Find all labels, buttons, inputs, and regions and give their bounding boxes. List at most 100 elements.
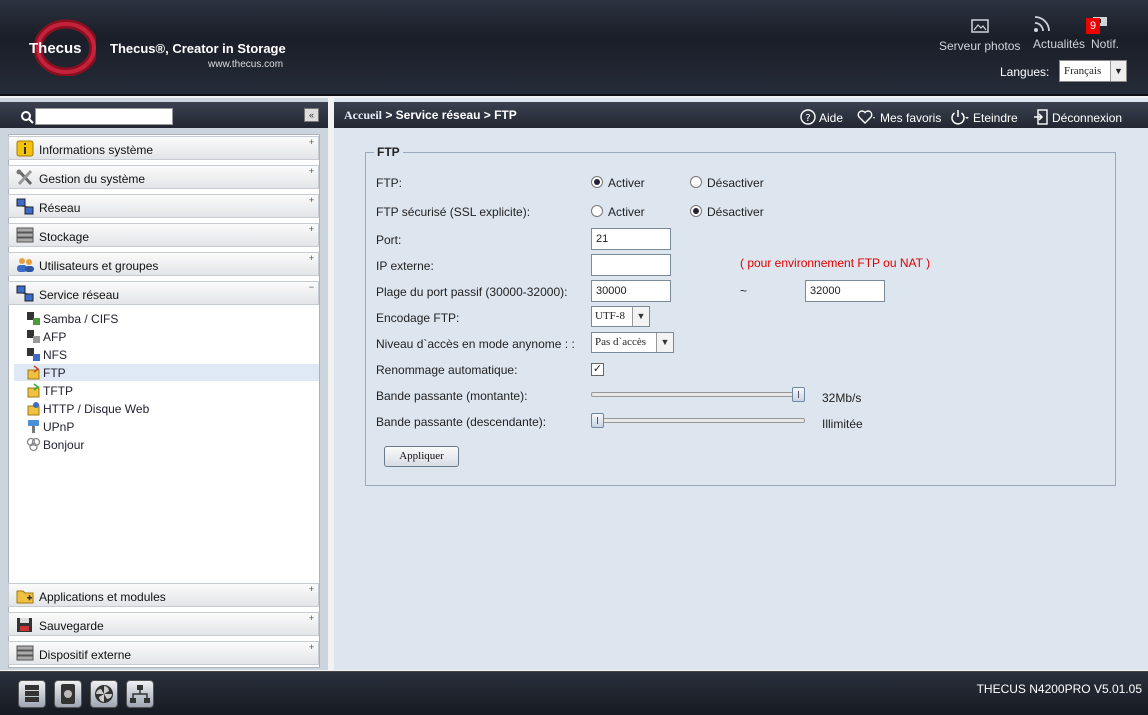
menu-category-label: Informations système [39,143,154,157]
upload-bandwidth-slider[interactable] [591,392,805,397]
ssl-enable-radio[interactable] [591,205,603,217]
menu-category-backup[interactable]: Sauvegarde + [8,612,319,636]
header: Thecus Thecus®, Creator in Storage www.t… [0,0,1148,96]
afp-icon [27,330,40,343]
menu-category-label: Dispositif externe [39,648,132,662]
disk-icon [61,684,75,704]
menu-item-label: AFP [43,330,67,344]
menu-category-network[interactable]: Réseau + [8,194,319,218]
collapse-sidebar-button[interactable]: « [304,108,319,122]
menu-item-label: TFTP [43,384,73,398]
port-label: Port: [376,233,402,247]
menu-category-users-groups[interactable]: Utilisateurs et groupes + [8,252,319,276]
expand-icon[interactable]: + [307,196,316,205]
expand-icon[interactable]: + [307,614,316,623]
language-label: Langues: [1000,65,1050,79]
ssl-disable-radio[interactable] [690,205,702,217]
tools-icon [16,169,33,186]
rss-icon [1034,16,1050,32]
menu-category-label: Applications et modules [39,590,166,604]
notifications-label: Notif. [1091,37,1120,51]
photo-server-button[interactable]: Serveur photos [939,17,1020,53]
network-status-button[interactable] [126,680,154,708]
menu-category-label: Service réseau [39,288,120,302]
chevron-down-icon: ▼ [656,333,673,352]
bonjour-icon [26,437,41,452]
logo-text: Thecus [29,40,82,57]
expand-icon[interactable]: + [307,167,316,176]
ftp-enable-radio[interactable] [591,176,603,188]
fan-icon [95,685,113,703]
apply-button[interactable]: Appliquer [384,446,459,467]
website-link[interactable]: www.thecus.com [208,59,283,70]
sidebar: « Informations système + Gestion du syst… [0,98,328,670]
breadcrumb-home-link[interactable]: Accueil [344,108,382,122]
storage-icon [16,227,34,243]
ssl-disable-label: Désactiver [707,205,764,219]
download-bandwidth-slider[interactable] [591,418,805,423]
server-status-button[interactable] [18,680,46,708]
news-button[interactable]: Actualités [1033,15,1085,51]
search-input[interactable] [35,108,173,125]
menu-category-network-service[interactable]: Service réseau − [8,281,319,305]
menu-item-tftp[interactable]: TFTP [14,382,319,399]
external-ip-input[interactable] [591,254,671,276]
menu-category-apps-modules[interactable]: Applications et modules + [8,583,319,607]
encoding-select[interactable]: UTF-8 ▼ [591,306,650,327]
nfs-icon [27,348,40,361]
expand-icon[interactable]: + [307,138,316,147]
shutdown-label: Eteindre [973,111,1018,125]
menu-item-http-webdisk[interactable]: HTTP / Disque Web [14,400,319,417]
help-button[interactable]: ? Aide [800,109,843,125]
expand-icon[interactable]: + [307,225,316,234]
menu-item-samba-cifs[interactable]: Samba / CIFS [14,310,319,327]
menu-category-label: Réseau [39,201,81,215]
heart-icon [857,110,875,124]
expand-icon[interactable]: + [307,254,316,263]
ftp-icon [27,365,40,380]
fan-status-button[interactable] [90,680,118,708]
language-select[interactable]: Français ▼ [1059,60,1127,82]
ssl-enable-label: Activer [608,205,645,219]
menu-item-afp[interactable]: AFP [14,328,319,345]
auto-rename-checkbox[interactable]: ✓ [591,363,604,376]
favorites-button[interactable]: Mes favoris [857,109,941,125]
upload-bandwidth-slider-handle[interactable] [792,387,805,402]
ftp-label: FTP: [376,176,402,190]
download-bandwidth-slider-handle[interactable] [591,413,604,428]
network-service-icon [16,285,34,302]
passive-port-to-input[interactable]: 32000 [805,280,885,302]
anonymous-access-select[interactable]: Pas d`accès ▼ [591,332,674,353]
main-content: Accueil > Service réseau > FTP ? Aide Mes… [334,98,1148,670]
expand-icon[interactable]: + [307,643,316,652]
favorites-label: Mes favoris [880,111,942,125]
expand-icon[interactable]: + [307,585,316,594]
breadcrumb-bar: Accueil > Service réseau > FTP ? Aide Mes… [334,102,1148,128]
menu-item-upnp[interactable]: UPnP [14,418,319,435]
folder-plus-icon [16,590,34,604]
samba-icon [27,312,40,325]
passive-port-from-input[interactable]: 30000 [591,280,671,302]
logout-button[interactable]: Déconnexion [1033,109,1122,125]
menu-category-system-info[interactable]: Informations système + [8,136,319,160]
menu-item-ftp[interactable]: FTP [14,364,319,381]
collapse-icon[interactable]: − [307,283,316,292]
auto-rename-label: Renommage automatique: [376,363,518,377]
menu-item-label: Samba / CIFS [43,312,119,326]
power-icon [951,110,969,125]
ftp-enable-label: Activer [608,176,645,190]
menu-category-storage[interactable]: Stockage + [8,223,319,247]
menu-category-system-management[interactable]: Gestion du système + [8,165,319,189]
download-bandwidth-label: Bande passante (descendante): [376,415,547,429]
menu-item-bonjour[interactable]: Bonjour [14,436,319,453]
menu-category-external-device[interactable]: Dispositif externe + [8,641,319,665]
shutdown-button[interactable]: Eteindre [950,109,1018,125]
port-input[interactable]: 21 [591,228,671,250]
disk-status-button[interactable] [54,680,82,708]
anonymous-access-label: Niveau d`accès en mode anynome : : [376,337,575,351]
menu-item-label: UPnP [43,420,75,434]
ftp-disable-radio[interactable] [690,176,702,188]
menu-category-label: Sauvegarde [39,619,104,633]
footer: THECUS N4200PRO V5.01.05 [0,671,1148,715]
menu-item-nfs[interactable]: NFS [14,346,319,363]
